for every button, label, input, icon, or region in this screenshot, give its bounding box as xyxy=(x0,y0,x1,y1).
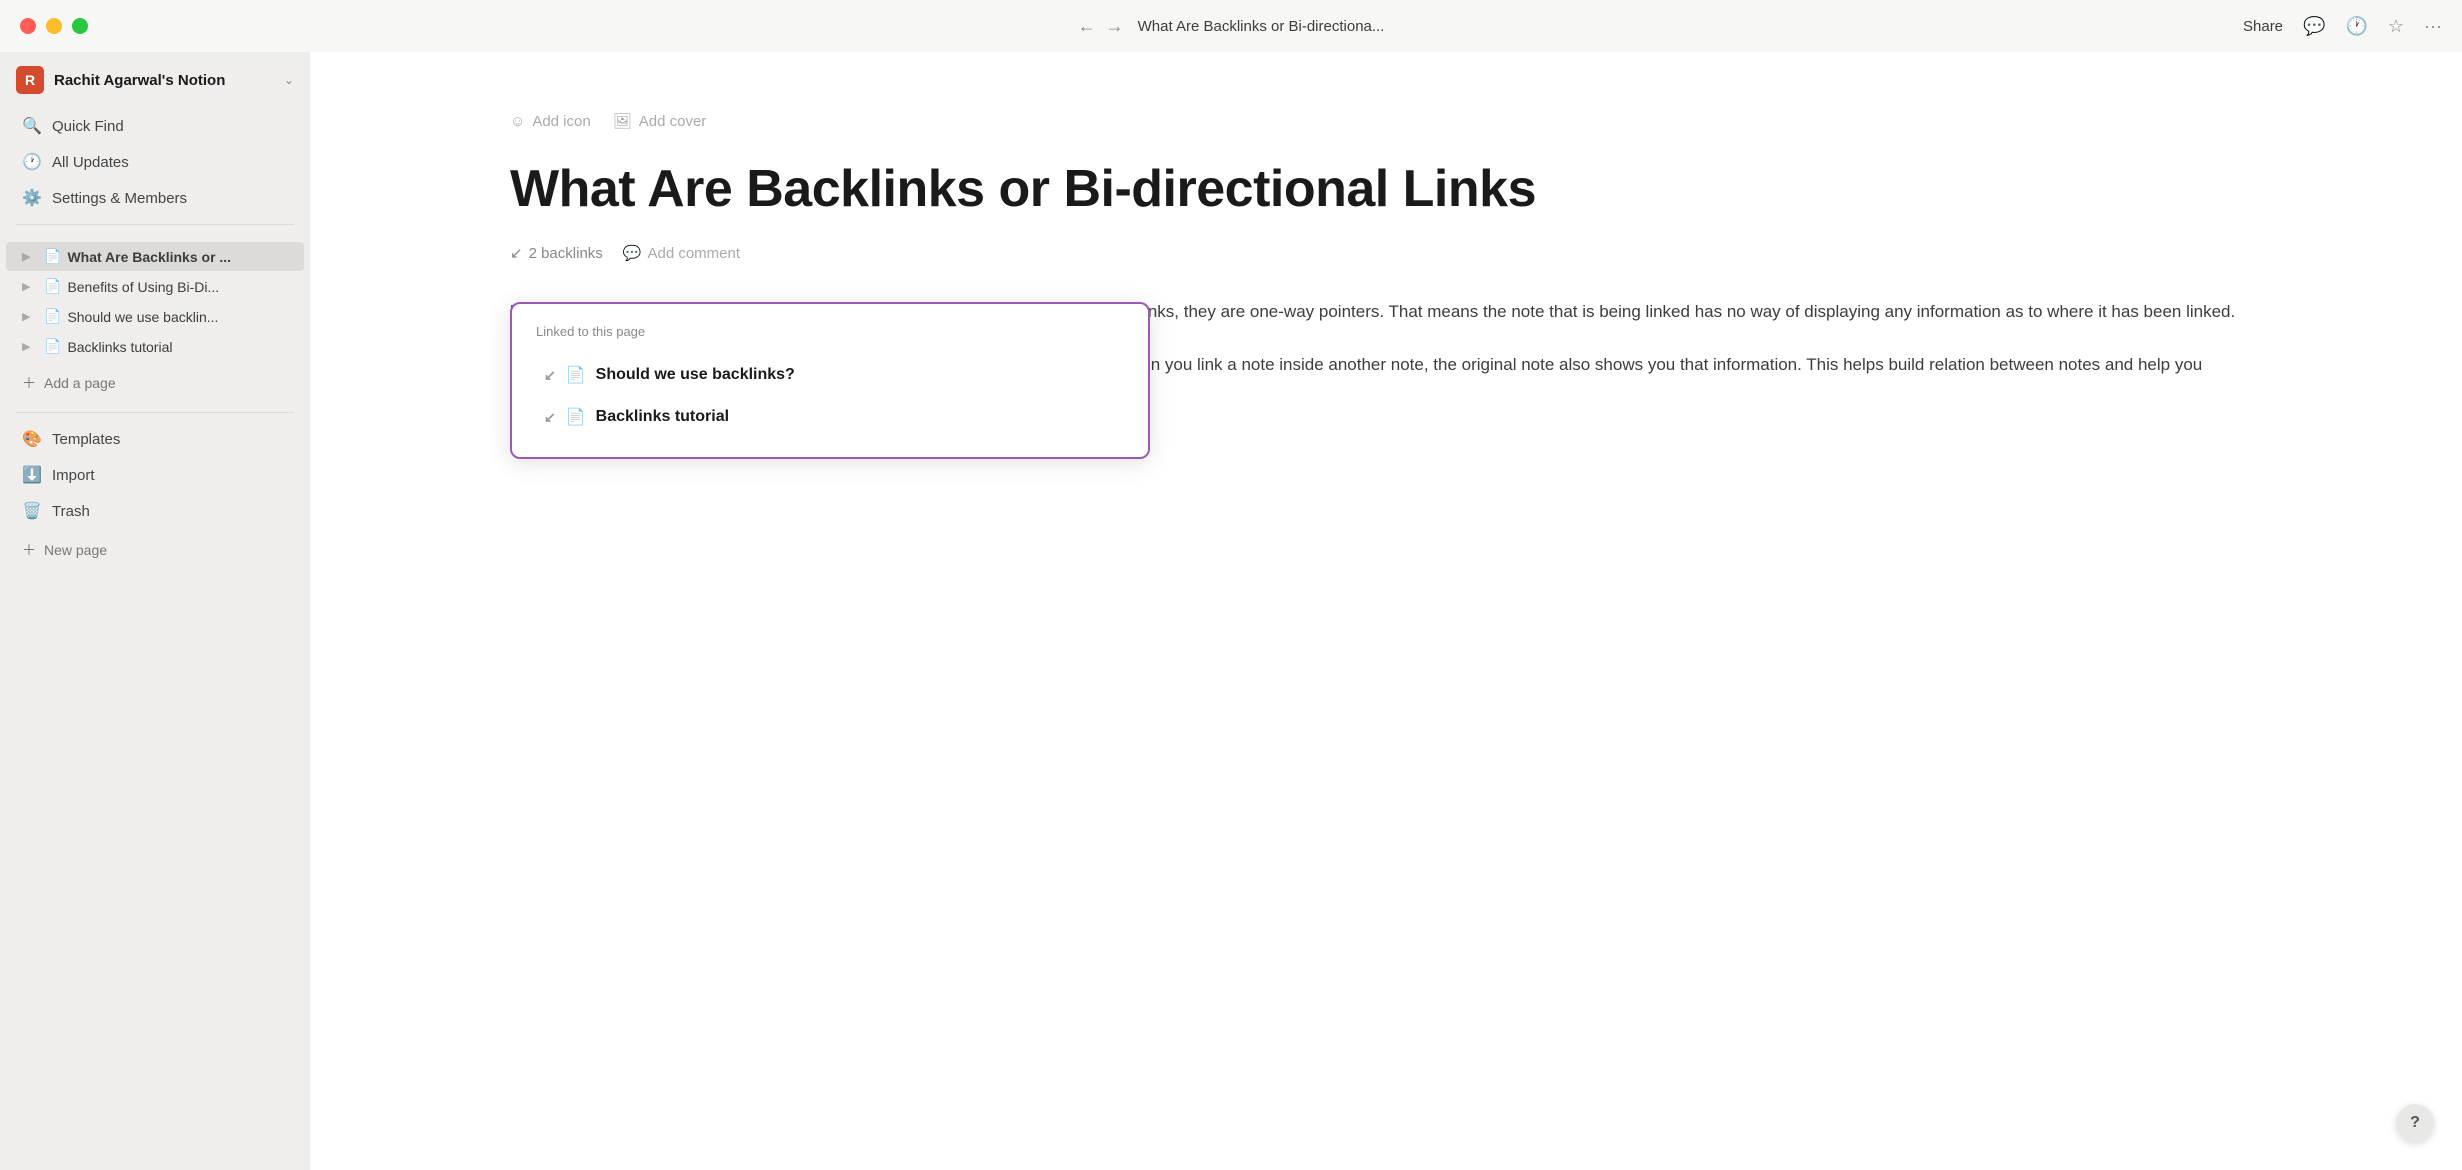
titlebar: ← → What Are Backlinks or Bi-directiona.… xyxy=(0,0,2462,52)
sidebar-item-templates[interactable]: 🎨 Templates xyxy=(6,422,304,456)
page-chevron-icon: ▶ xyxy=(22,280,38,293)
import-label: Import xyxy=(52,467,95,484)
page-doc-icon: 📄 xyxy=(44,278,61,295)
add-page-label: Add a page xyxy=(44,375,116,391)
forward-button[interactable]: → xyxy=(1106,16,1124,37)
search-icon: 🔍 xyxy=(22,116,42,136)
sidebar-item-quick-find[interactable]: 🔍 Quick Find xyxy=(6,109,304,143)
add-cover-label: Add cover xyxy=(639,113,707,130)
page-title-4: Backlinks tutorial xyxy=(67,339,288,355)
add-icon-button[interactable]: ☺ Add icon xyxy=(510,113,591,130)
titlebar-actions: Share 💬 🕐 ☆ ··· xyxy=(2243,16,2442,37)
maximize-button[interactable] xyxy=(72,18,88,34)
templates-icon: 🎨 xyxy=(22,429,42,449)
sidebar-page-item-4[interactable]: ▶ 📄 Backlinks tutorial xyxy=(6,332,304,361)
backlinks-popup: Linked to this page ↙ 📄 Should we use ba… xyxy=(510,302,1150,459)
titlebar-nav: ← → xyxy=(1078,16,1124,37)
add-comment-button[interactable]: 💬 Add comment xyxy=(623,244,740,262)
emoji-icon: ☺ xyxy=(510,113,525,130)
plus-icon: ＋ xyxy=(22,373,36,393)
page-icon: 📄 xyxy=(566,407,586,427)
workspace-name: Rachit Agarwal's Notion xyxy=(54,72,274,89)
help-button[interactable]: ? xyxy=(2396,1104,2434,1142)
add-comment-label: Add comment xyxy=(647,245,740,262)
comment-icon[interactable]: 💬 xyxy=(2303,16,2325,37)
workspace-chevron-icon: ⌄ xyxy=(284,73,294,87)
backlink-item-2[interactable]: ↙ 📄 Backlinks tutorial xyxy=(536,397,1124,437)
add-icon-label: Add icon xyxy=(532,113,590,130)
new-page-plus-icon: ＋ xyxy=(22,540,36,560)
trash-label: Trash xyxy=(52,503,90,520)
page-title-1: What Are Backlinks or ... xyxy=(67,249,288,265)
page-doc-icon: 📄 xyxy=(44,248,61,265)
image-icon: 🖼 xyxy=(613,112,632,130)
star-icon[interactable]: ☆ xyxy=(2388,16,2404,37)
sidebar-item-all-updates[interactable]: 🕐 All Updates xyxy=(6,145,304,179)
share-button[interactable]: Share xyxy=(2243,18,2283,35)
sidebar-divider xyxy=(16,224,294,225)
templates-label: Templates xyxy=(52,431,120,448)
new-page-label: New page xyxy=(44,542,107,558)
sidebar-page-item-3[interactable]: ▶ 📄 Should we use backlin... xyxy=(6,302,304,331)
page-icon: 📄 xyxy=(566,365,586,385)
sidebar-item-trash[interactable]: 🗑️ Trash xyxy=(6,494,304,528)
app-body: R Rachit Agarwal's Notion ⌄ 🔍 Quick Find… xyxy=(0,52,2462,1170)
trash-icon: 🗑️ xyxy=(22,501,42,521)
page-chevron-icon: ▶ xyxy=(22,250,38,263)
doc-meta: ↙ 2 backlinks 💬 Add comment xyxy=(510,244,2262,262)
minimize-button[interactable] xyxy=(46,18,62,34)
gear-icon: ⚙️ xyxy=(22,188,42,208)
history-icon[interactable]: 🕐 xyxy=(2345,16,2367,37)
doc-toolbar: ☺ Add icon 🖼 Add cover xyxy=(510,112,2262,130)
sidebar-page-item-2[interactable]: ▶ 📄 Benefits of Using Bi-Di... xyxy=(6,272,304,301)
backlink-icon: ↙ xyxy=(510,244,523,262)
titlebar-center: ← → What Are Backlinks or Bi-directiona.… xyxy=(1078,16,1385,37)
sidebar-divider-2 xyxy=(16,412,294,413)
backlink-item-1[interactable]: ↙ 📄 Should we use backlinks? xyxy=(536,355,1124,395)
import-icon: ⬇️ xyxy=(22,465,42,485)
titlebar-title: What Are Backlinks or Bi-directiona... xyxy=(1138,18,1385,35)
add-cover-button[interactable]: 🖼 Add cover xyxy=(613,112,707,130)
backlinks-count: 2 backlinks xyxy=(529,245,603,262)
page-title-3: Should we use backlin... xyxy=(67,309,288,325)
backlink-label-2: Backlinks tutorial xyxy=(596,408,729,426)
main-content: ☺ Add icon 🖼 Add cover What Are Backlink… xyxy=(310,52,2462,1170)
page-doc-icon: 📄 xyxy=(44,308,61,325)
page-title-2: Benefits of Using Bi-Di... xyxy=(67,279,288,295)
sidebar-item-settings[interactable]: ⚙️ Settings & Members xyxy=(6,181,304,215)
traffic-lights xyxy=(20,18,88,34)
document-title: What Are Backlinks or Bi-directional Lin… xyxy=(510,158,2262,220)
help-icon: ? xyxy=(2410,1114,2420,1132)
sidebar-page-item-1[interactable]: ▶ 📄 What Are Backlinks or ... xyxy=(6,242,304,271)
settings-label: Settings & Members xyxy=(52,190,187,207)
backlinks-popup-title: Linked to this page xyxy=(536,324,1124,339)
page-chevron-icon: ▶ xyxy=(22,310,38,323)
add-page-button[interactable]: ＋ Add a page xyxy=(6,366,304,400)
sidebar-item-import[interactable]: ⬇️ Import xyxy=(6,458,304,492)
check-icon: ↙ xyxy=(544,367,556,384)
backlink-label-1: Should we use backlinks? xyxy=(596,366,795,384)
workspace-icon: R xyxy=(16,66,44,94)
all-updates-label: All Updates xyxy=(52,154,129,171)
check-icon: ↙ xyxy=(544,409,556,426)
backlinks-button[interactable]: ↙ 2 backlinks xyxy=(510,244,603,262)
clock-icon: 🕐 xyxy=(22,152,42,172)
new-page-button[interactable]: ＋ New page xyxy=(6,533,304,567)
more-icon[interactable]: ··· xyxy=(2424,16,2442,37)
comment-icon: 💬 xyxy=(623,244,642,262)
back-button[interactable]: ← xyxy=(1078,16,1096,37)
workspace-header[interactable]: R Rachit Agarwal's Notion ⌄ xyxy=(0,52,310,108)
page-chevron-icon: ▶ xyxy=(22,340,38,353)
close-button[interactable] xyxy=(20,18,36,34)
sidebar: R Rachit Agarwal's Notion ⌄ 🔍 Quick Find… xyxy=(0,52,310,1170)
page-doc-icon: 📄 xyxy=(44,338,61,355)
sidebar-pages: ▶ 📄 What Are Backlinks or ... ▶ 📄 Benefi… xyxy=(0,241,310,362)
quick-find-label: Quick Find xyxy=(52,118,124,135)
